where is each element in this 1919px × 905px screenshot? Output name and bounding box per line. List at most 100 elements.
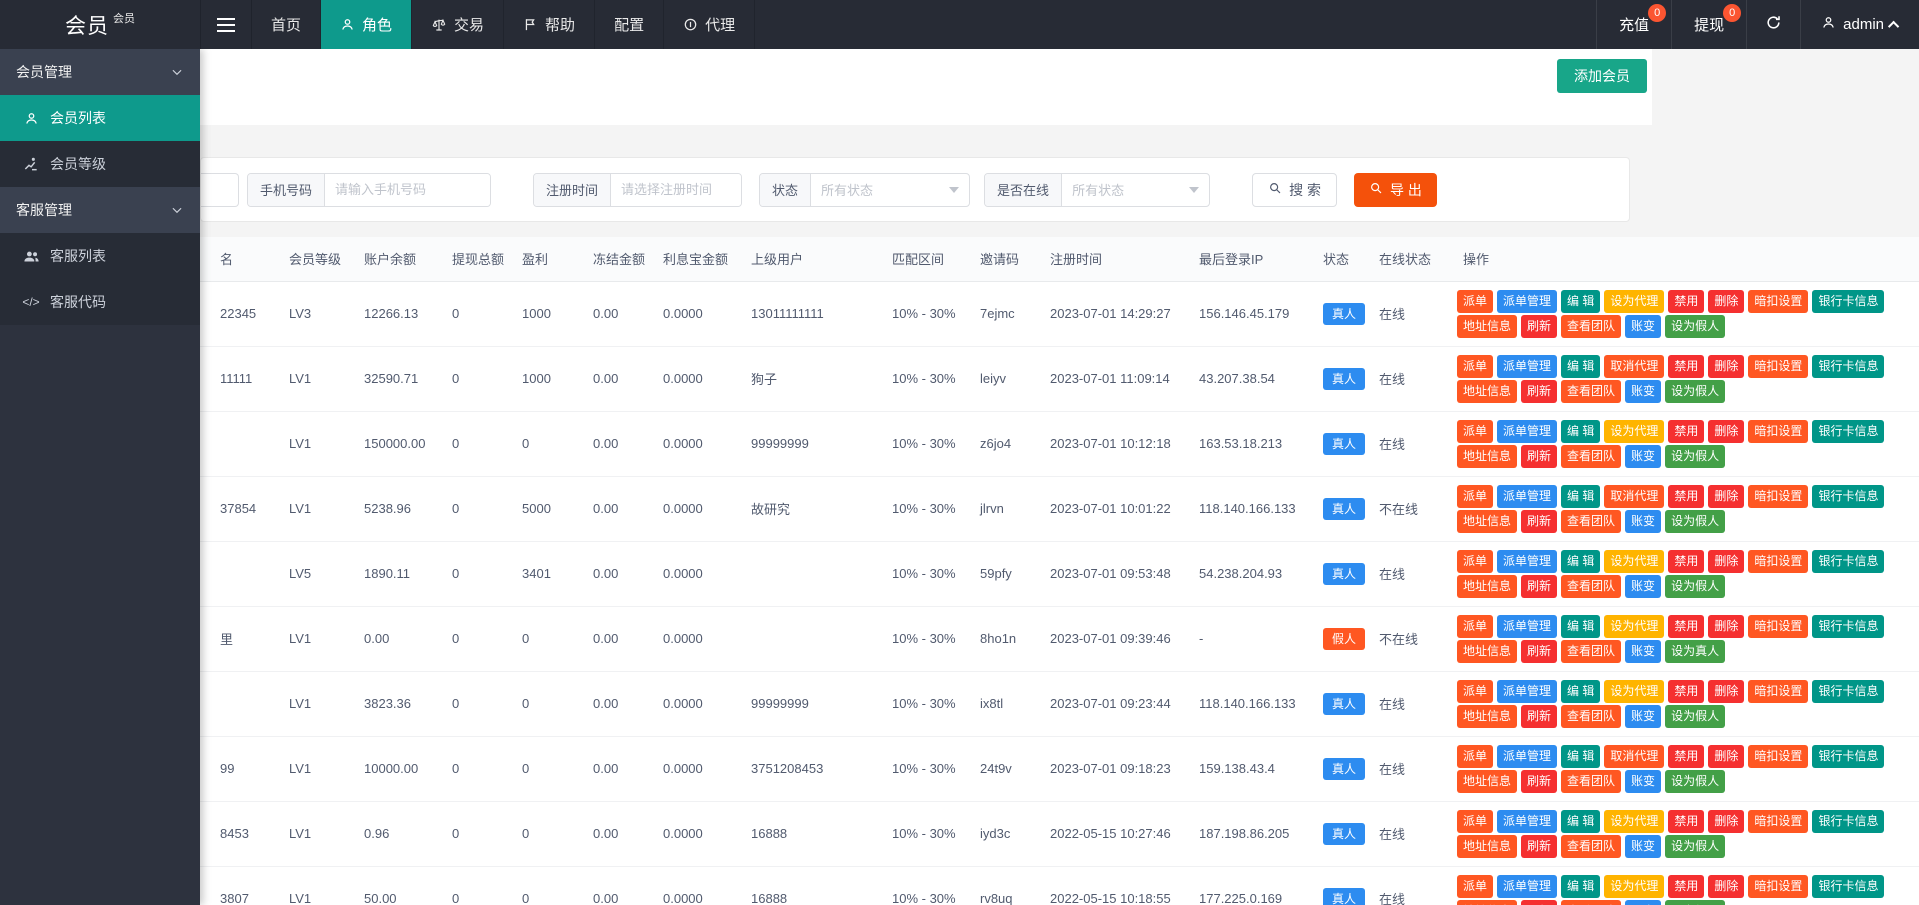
dispatch-button[interactable]: 派单 xyxy=(1457,289,1494,313)
dispatch-button[interactable]: 派单 xyxy=(1457,614,1494,638)
delete-button[interactable]: 删除 xyxy=(1708,809,1745,833)
bank-card-button[interactable]: 银行卡信息 xyxy=(1812,679,1885,703)
address-info-button[interactable]: 地址信息 xyxy=(1457,379,1518,403)
account-change-button[interactable]: 账变 xyxy=(1625,639,1662,663)
address-info-button[interactable]: 地址信息 xyxy=(1457,899,1518,905)
dispatch-manage-button[interactable]: 派单管理 xyxy=(1497,419,1558,443)
dispatch-button[interactable]: 派单 xyxy=(1457,874,1494,898)
toggle-human-button[interactable]: 设为假人 xyxy=(1665,899,1726,905)
disable-button[interactable]: 禁用 xyxy=(1668,614,1705,638)
dispatch-button[interactable]: 派单 xyxy=(1457,549,1494,573)
phone-input[interactable] xyxy=(325,173,491,206)
toggle-human-button[interactable]: 设为假人 xyxy=(1665,379,1726,403)
account-change-button[interactable]: 账变 xyxy=(1625,444,1662,468)
toggle-agent-button[interactable]: 取消代理 xyxy=(1604,354,1665,378)
delete-button[interactable]: 删除 xyxy=(1708,874,1745,898)
dispatch-button[interactable]: 派单 xyxy=(1457,419,1494,443)
refresh-row-button[interactable]: 刷新 xyxy=(1521,834,1558,858)
delete-button[interactable]: 删除 xyxy=(1708,614,1745,638)
refresh-row-button[interactable]: 刷新 xyxy=(1521,639,1558,663)
hidden-deduct-button[interactable]: 暗扣设置 xyxy=(1748,809,1809,833)
edit-button[interactable]: 编 辑 xyxy=(1561,354,1601,378)
status-select[interactable]: 所有状态 xyxy=(811,174,969,206)
view-team-button[interactable]: 查看团队 xyxy=(1561,834,1622,858)
disable-button[interactable]: 禁用 xyxy=(1668,679,1705,703)
nav-item-role[interactable]: 角色 xyxy=(321,0,413,49)
disable-button[interactable]: 禁用 xyxy=(1668,549,1705,573)
nav-item-agent[interactable]: 代理 xyxy=(664,0,756,49)
dispatch-manage-button[interactable]: 派单管理 xyxy=(1497,679,1558,703)
account-change-button[interactable]: 账变 xyxy=(1625,704,1662,728)
sidebar-item-service-code[interactable]: </> 客服代码 xyxy=(0,279,200,325)
hidden-deduct-button[interactable]: 暗扣设置 xyxy=(1748,679,1809,703)
view-team-button[interactable]: 查看团队 xyxy=(1561,444,1622,468)
edit-button[interactable]: 编 辑 xyxy=(1561,809,1601,833)
sidebar-toggle-button[interactable] xyxy=(200,0,252,49)
bank-card-button[interactable]: 银行卡信息 xyxy=(1812,419,1885,443)
refresh-row-button[interactable]: 刷新 xyxy=(1521,769,1558,793)
sidebar-item-member-list[interactable]: 会员列表 xyxy=(0,95,200,141)
refresh-row-button[interactable]: 刷新 xyxy=(1521,899,1558,905)
edit-button[interactable]: 编 辑 xyxy=(1561,484,1601,508)
dispatch-button[interactable]: 派单 xyxy=(1457,484,1494,508)
disable-button[interactable]: 禁用 xyxy=(1668,874,1705,898)
hidden-deduct-button[interactable]: 暗扣设置 xyxy=(1748,874,1809,898)
hidden-deduct-button[interactable]: 暗扣设置 xyxy=(1748,614,1809,638)
account-change-button[interactable]: 账变 xyxy=(1625,899,1662,905)
clipped-filter-input[interactable] xyxy=(201,172,239,207)
address-info-button[interactable]: 地址信息 xyxy=(1457,834,1518,858)
dispatch-manage-button[interactable]: 派单管理 xyxy=(1497,744,1558,768)
bank-card-button[interactable]: 银行卡信息 xyxy=(1812,484,1885,508)
toggle-agent-button[interactable]: 设为代理 xyxy=(1604,874,1665,898)
sidebar-item-service-list[interactable]: 客服列表 xyxy=(0,233,200,279)
toggle-human-button[interactable]: 设为假人 xyxy=(1665,509,1726,533)
address-info-button[interactable]: 地址信息 xyxy=(1457,704,1518,728)
hidden-deduct-button[interactable]: 暗扣设置 xyxy=(1748,549,1809,573)
edit-button[interactable]: 编 辑 xyxy=(1561,874,1601,898)
refresh-row-button[interactable]: 刷新 xyxy=(1521,444,1558,468)
disable-button[interactable]: 禁用 xyxy=(1668,419,1705,443)
view-team-button[interactable]: 查看团队 xyxy=(1561,314,1622,338)
edit-button[interactable]: 编 辑 xyxy=(1561,549,1601,573)
dispatch-button[interactable]: 派单 xyxy=(1457,354,1494,378)
toggle-agent-button[interactable]: 设为代理 xyxy=(1604,419,1665,443)
delete-button[interactable]: 删除 xyxy=(1708,289,1745,313)
toggle-agent-button[interactable]: 取消代理 xyxy=(1604,744,1665,768)
delete-button[interactable]: 删除 xyxy=(1708,549,1745,573)
nav-item-config[interactable]: 配置 xyxy=(595,0,665,49)
nav-item-help[interactable]: 帮助 xyxy=(504,0,596,49)
delete-button[interactable]: 删除 xyxy=(1708,484,1745,508)
disable-button[interactable]: 禁用 xyxy=(1668,484,1705,508)
address-info-button[interactable]: 地址信息 xyxy=(1457,509,1518,533)
refresh-row-button[interactable]: 刷新 xyxy=(1521,314,1558,338)
delete-button[interactable]: 删除 xyxy=(1708,744,1745,768)
dispatch-manage-button[interactable]: 派单管理 xyxy=(1497,354,1558,378)
account-change-button[interactable]: 账变 xyxy=(1625,834,1662,858)
bank-card-button[interactable]: 银行卡信息 xyxy=(1812,289,1885,313)
sidebar-section-member-manage[interactable]: 会员管理 xyxy=(0,49,200,95)
edit-button[interactable]: 编 辑 xyxy=(1561,289,1601,313)
toggle-agent-button[interactable]: 设为代理 xyxy=(1604,614,1665,638)
address-info-button[interactable]: 地址信息 xyxy=(1457,314,1518,338)
delete-button[interactable]: 删除 xyxy=(1708,679,1745,703)
bank-card-button[interactable]: 银行卡信息 xyxy=(1812,614,1885,638)
dispatch-manage-button[interactable]: 派单管理 xyxy=(1497,484,1558,508)
hidden-deduct-button[interactable]: 暗扣设置 xyxy=(1748,744,1809,768)
add-member-button[interactable]: 添加会员 xyxy=(1557,59,1647,93)
account-change-button[interactable]: 账变 xyxy=(1625,769,1662,793)
dispatch-button[interactable]: 派单 xyxy=(1457,744,1494,768)
address-info-button[interactable]: 地址信息 xyxy=(1457,444,1518,468)
account-change-button[interactable]: 账变 xyxy=(1625,509,1662,533)
toggle-human-button[interactable]: 设为假人 xyxy=(1665,574,1726,598)
toggle-human-button[interactable]: 设为假人 xyxy=(1665,834,1726,858)
dispatch-manage-button[interactable]: 派单管理 xyxy=(1497,549,1558,573)
dispatch-button[interactable]: 派单 xyxy=(1457,679,1494,703)
bank-card-button[interactable]: 银行卡信息 xyxy=(1812,874,1885,898)
address-info-button[interactable]: 地址信息 xyxy=(1457,574,1518,598)
online-select[interactable]: 所有状态 xyxy=(1062,174,1209,206)
dispatch-manage-button[interactable]: 派单管理 xyxy=(1497,614,1558,638)
refresh-row-button[interactable]: 刷新 xyxy=(1521,574,1558,598)
view-team-button[interactable]: 查看团队 xyxy=(1561,704,1622,728)
delete-button[interactable]: 删除 xyxy=(1708,354,1745,378)
toggle-agent-button[interactable]: 设为代理 xyxy=(1604,289,1665,313)
